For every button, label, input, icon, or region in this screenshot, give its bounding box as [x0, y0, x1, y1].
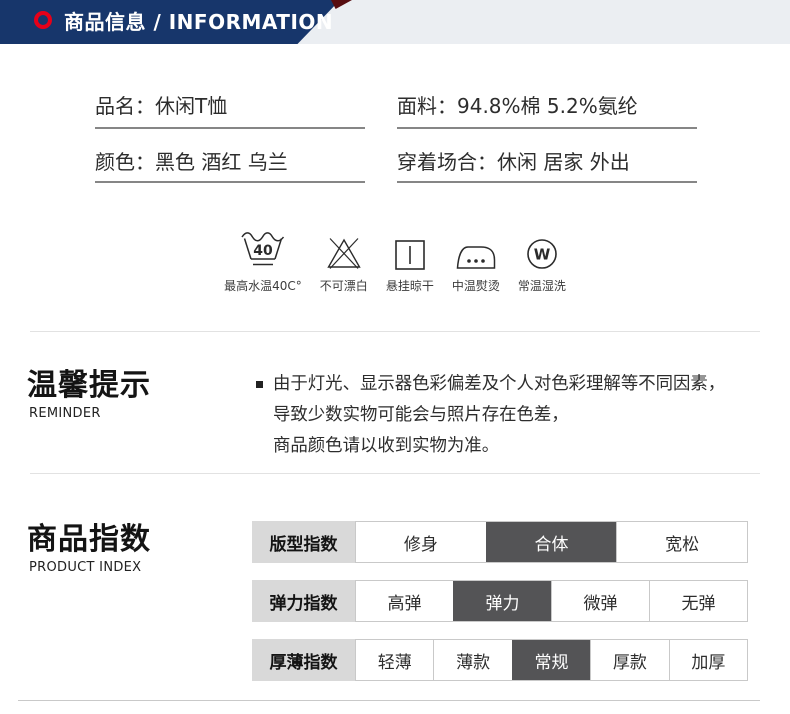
care-label: 悬挂晾干	[386, 277, 434, 294]
bullet-square-icon	[256, 381, 263, 388]
product-info-page: 商品信息 / INFORMATION 品名：休闲T恤 面料：94.8%棉 5.2…	[0, 0, 790, 714]
care-label: 最高水温40C°	[224, 277, 302, 294]
index-row-elasticity: 弹力指数 高弹 弹力 微弹 无弹	[252, 580, 748, 622]
care-item-no-bleach: 不可漂白	[320, 226, 368, 294]
section-divider	[30, 331, 760, 332]
no-bleach-icon	[323, 226, 365, 272]
field-underline	[95, 127, 365, 129]
index-option: 薄款	[433, 640, 511, 680]
section-header-title: 商品信息 / INFORMATION	[64, 0, 333, 44]
iron-medium-icon	[455, 226, 497, 272]
color-field: 颜色：黑色 酒红 乌兰	[95, 146, 288, 175]
index-option: 宽松	[616, 522, 747, 562]
index-option: 加厚	[669, 640, 747, 680]
reminder-line: 导致少数实物可能会与照片存在色差，	[273, 400, 725, 431]
wash-max-40-icon: 40	[240, 226, 286, 272]
fabric-field: 面料：94.8%棉 5.2%氨纶	[397, 90, 638, 119]
reminder-line: 商品颜色请以收到实物为准。	[273, 431, 725, 462]
index-option-selected: 合体	[486, 522, 617, 562]
care-instructions-row: 40 最高水温40C° 不可漂白	[0, 226, 790, 294]
care-label: 中温熨烫	[452, 277, 500, 294]
care-item-iron: 中温熨烫	[452, 226, 500, 294]
index-option: 厚款	[590, 640, 668, 680]
product-name-field: 品名：休闲T恤	[95, 90, 227, 119]
index-options: 修身 合体 宽松	[355, 521, 748, 563]
index-row-fit: 版型指数 修身 合体 宽松	[252, 521, 748, 563]
index-option-selected: 常规	[512, 640, 590, 680]
product-index-title: 商品指数	[27, 514, 151, 558]
index-option: 无弹	[649, 581, 747, 621]
index-row-label: 弹力指数	[252, 580, 355, 622]
bottom-divider	[18, 700, 760, 701]
index-row-label: 厚薄指数	[252, 639, 355, 681]
index-option: 轻薄	[356, 640, 433, 680]
occasion-field: 穿着场合：休闲 居家 外出	[397, 146, 630, 175]
hang-dry-icon	[393, 226, 427, 272]
svg-text:W: W	[534, 246, 551, 264]
reminder-title: 温馨提示	[27, 360, 151, 404]
svg-text:40: 40	[253, 243, 273, 259]
index-option: 高弹	[356, 581, 453, 621]
index-options: 轻薄 薄款 常规 厚款 加厚	[355, 639, 748, 681]
index-option: 修身	[356, 522, 486, 562]
reminder-text: 由于灯光、显示器色彩偏差及个人对色彩理解等不同因素， 导致少数实物可能会与照片存…	[273, 369, 725, 462]
care-label: 常温湿洗	[518, 277, 566, 294]
section-divider	[30, 473, 760, 474]
red-ring-icon	[34, 11, 52, 29]
care-item-wash-40: 40 最高水温40C°	[224, 226, 302, 294]
index-option: 微弹	[551, 581, 649, 621]
index-row-thickness: 厚薄指数 轻薄 薄款 常规 厚款 加厚	[252, 639, 748, 681]
care-item-wet-wash: W 常温湿洗	[518, 226, 566, 294]
product-index-subtitle: PRODUCT INDEX	[29, 560, 141, 575]
product-index-table: 版型指数 修身 合体 宽松 弹力指数 高弹 弹力 微弹 无弹 厚薄指数 轻薄 薄…	[252, 521, 748, 698]
care-item-hang-dry: 悬挂晾干	[386, 226, 434, 294]
field-underline	[397, 127, 697, 129]
field-underline	[95, 181, 365, 183]
wet-wash-icon: W	[524, 226, 560, 272]
index-option-selected: 弹力	[453, 581, 551, 621]
index-options: 高弹 弹力 微弹 无弹	[355, 580, 748, 622]
reminder-line: 由于灯光、显示器色彩偏差及个人对色彩理解等不同因素，	[273, 369, 725, 400]
reminder-subtitle: REMINDER	[29, 406, 101, 421]
field-underline	[397, 181, 697, 183]
care-label: 不可漂白	[320, 277, 368, 294]
index-row-label: 版型指数	[252, 521, 355, 563]
